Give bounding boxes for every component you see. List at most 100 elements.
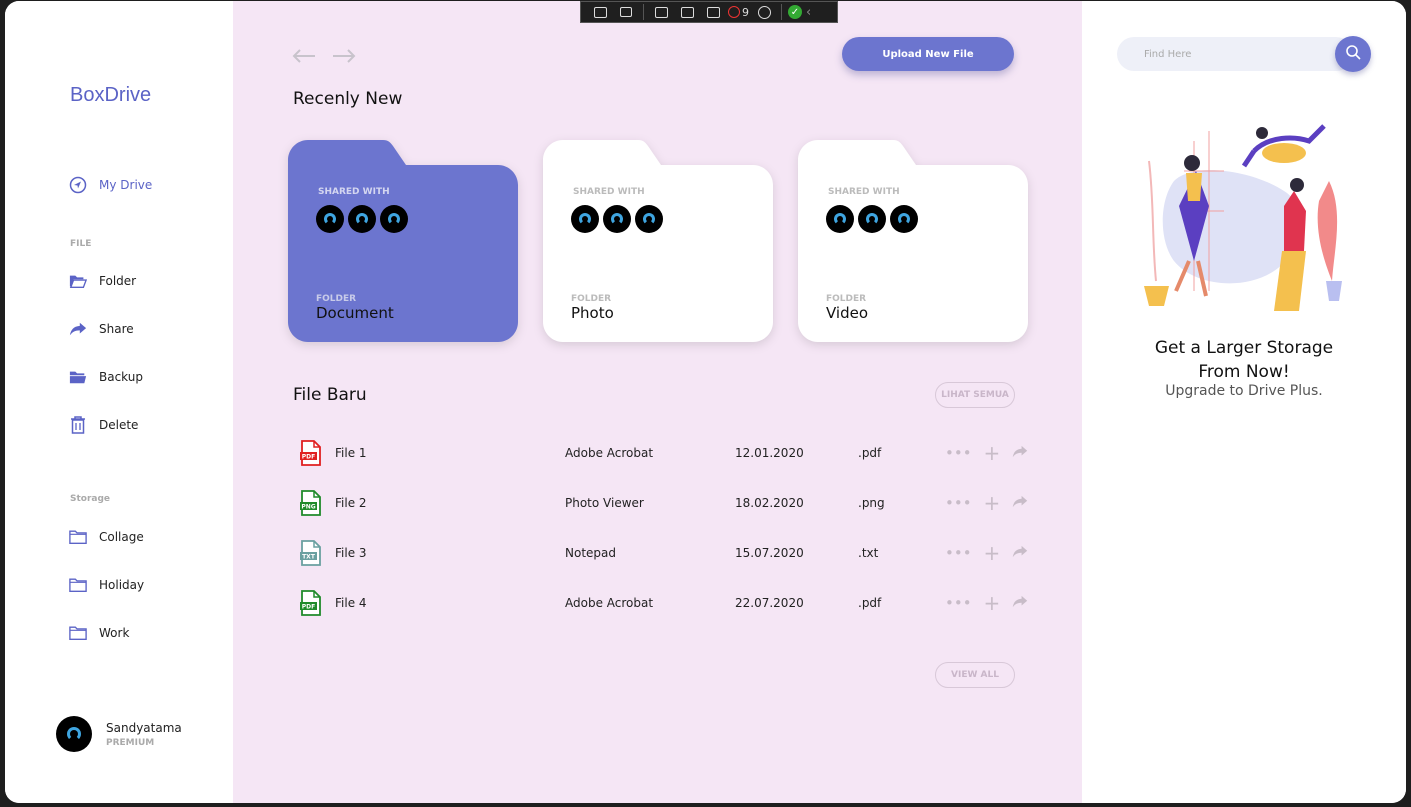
folder-label: FOLDER [826,294,867,304]
file-app: Notepad [565,546,616,560]
chevron-left-icon[interactable]: ‹ [806,5,811,20]
file-ext: .pdf [858,596,882,610]
avatar [858,205,886,233]
sidebar-item-label: Folder [99,274,137,288]
file-row[interactable]: PDF File 4 Adobe Acrobat 22.07.2020 .pdf… [299,588,1029,618]
folder-card-document[interactable]: SHARED WITH FOLDER Document [288,140,518,342]
file-ext: .txt [858,546,879,560]
avatar [603,205,631,233]
search-input[interactable]: Find Here [1117,37,1353,71]
display-layout-icon[interactable] [702,3,724,21]
plus-icon[interactable]: + [984,491,1001,515]
sidebar-item-delete[interactable]: Delete [69,416,138,434]
folder-card-photo[interactable]: SHARED WITH FOLDER Photo [543,140,773,342]
pointer-icon[interactable] [650,3,672,21]
file-actions: ••• + [945,541,1028,565]
folder-card-video[interactable]: SHARED WITH FOLDER Video [798,140,1028,342]
file-app: Adobe Acrobat [565,596,654,610]
see-all-button[interactable]: LIHAT SEMUA [935,382,1015,408]
avatar [56,716,92,752]
sidebar-item-label: Delete [99,418,139,432]
file-row[interactable]: PNG File 2 Photo Viewer 18.02.2020 .png … [299,488,1029,518]
file-row[interactable]: PDF File 1 Adobe Acrobat 12.01.2020 .pdf… [299,438,1029,468]
trash-icon [69,416,87,434]
more-icon[interactable]: ••• [945,594,972,612]
sidebar-item-collage[interactable]: Collage [69,528,144,546]
promo-subtitle: Upgrade to Drive Plus. [1165,383,1323,399]
arrow-left-icon[interactable] [291,41,317,71]
sidebar-item-folder[interactable]: Folder [69,272,136,290]
folder-name: Photo [571,304,614,322]
sidebar-item-work[interactable]: Work [69,624,129,642]
share-arrow-icon[interactable] [1012,444,1028,462]
file-date: 12.01.2020 [735,446,804,460]
folder-label: FOLDER [316,294,357,304]
sidebar-item-backup[interactable]: Backup [69,368,143,386]
more-icon[interactable]: ••• [945,444,972,462]
file-app: Photo Viewer [565,496,644,510]
shared-with-label: SHARED WITH [828,187,900,197]
shared-with-label: SHARED WITH [573,187,645,197]
binding-failures-badge[interactable]: 9 [728,6,749,19]
shared-with-label: SHARED WITH [318,187,390,197]
more-icon[interactable]: ••• [945,494,972,512]
folder-label: FOLDER [571,294,612,304]
search-button[interactable] [1335,36,1371,72]
sidebar-item-share[interactable]: Share [69,320,134,338]
file-name: File 3 [335,546,367,560]
arrow-right-icon[interactable] [331,41,357,71]
folder-name: Video [826,304,869,322]
check-icon[interactable]: ✓ [788,5,802,19]
svg-text:PDF: PDF [302,454,315,461]
layout-bounds-icon[interactable] [676,3,698,21]
sidebar-item-label: Collage [99,530,144,544]
right-panel: Find Here Get a Larger Storage From Now!… [1082,1,1406,803]
plus-icon[interactable]: + [984,591,1001,615]
sidebar-item-label: Share [99,322,134,336]
shared-avatars [316,205,408,233]
file-row[interactable]: TXT File 3 Notepad 15.07.2020 .txt ••• + [299,538,1029,568]
sidebar-item-label: My Drive [99,178,153,192]
sidebar-item-my-drive[interactable]: My Drive [69,176,152,194]
more-icon[interactable]: ••• [945,544,972,562]
upload-new-file-button[interactable]: Upload New File [842,37,1014,71]
shared-avatars [826,205,918,233]
user-profile[interactable]: Sandyatama PREMIUM [56,716,182,752]
promo-title: Get a Larger Storage From Now! [1154,338,1334,382]
folder-icon [69,576,87,594]
debug-toolbar: 9 ✓ ‹ [580,1,838,23]
pdf-file-icon: PDF [299,440,323,466]
avatar [826,205,854,233]
file-name: File 4 [335,596,367,610]
avatar [635,205,663,233]
file-ext: .png [858,496,885,510]
search-icon [1345,44,1361,64]
app-window: 9 ✓ ‹ BoxDrive My Drive FILE Folder Shar… [5,1,1406,803]
sidebar-item-holiday[interactable]: Holiday [69,576,144,594]
plus-icon[interactable]: + [984,441,1001,465]
shared-avatars [571,205,663,233]
accessibility-icon[interactable] [753,3,775,21]
txt-file-icon: TXT [299,540,323,566]
share-arrow-icon[interactable] [1012,494,1028,512]
main-content: Upload New File Recenly New SHARED WITH … [233,1,1082,803]
file-actions: ••• + [945,441,1028,465]
file-list-title: File Baru [293,385,367,405]
folder-filled-icon [69,368,87,386]
folder-icon [69,528,87,546]
share-arrow-icon[interactable] [1012,544,1028,562]
user-tier: PREMIUM [106,737,155,748]
view-all-button[interactable]: VIEW ALL [935,662,1015,688]
avatar [348,205,376,233]
section-label-storage: Storage [70,494,111,504]
file-date: 15.07.2020 [735,546,804,560]
recent-title: Recenly New [293,89,403,109]
plus-icon[interactable]: + [984,541,1001,565]
record-icon[interactable] [615,3,637,21]
share-arrow-icon[interactable] [1012,594,1028,612]
select-element-icon[interactable] [589,3,611,21]
badge-count: 9 [742,5,749,19]
png-file-icon: PNG [299,490,323,516]
svg-text:TXT: TXT [302,554,316,561]
history-nav [291,41,357,71]
